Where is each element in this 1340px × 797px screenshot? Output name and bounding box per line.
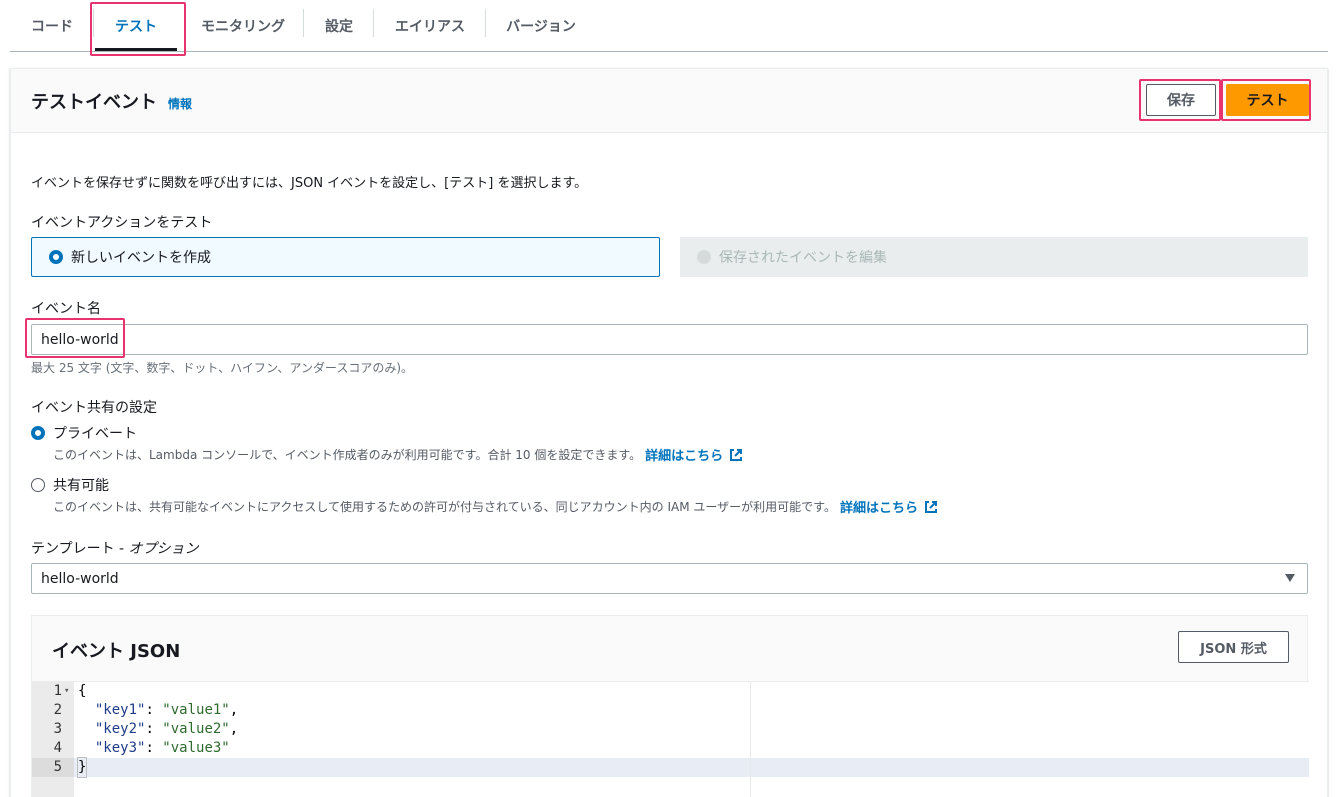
json-value: "value3" — [162, 740, 230, 756]
radio-disabled-icon — [697, 250, 711, 264]
template-label: テンプレート - オプション — [31, 538, 199, 558]
line-number: 2 — [53, 702, 62, 718]
sharing-settings-label: イベント共有の設定 — [31, 400, 157, 416]
learn-more-link[interactable]: 詳細はこちら — [840, 497, 938, 516]
radio-selected-icon — [31, 426, 45, 440]
create-new-event-option[interactable]: 新しいイベントを作成 — [31, 237, 660, 277]
code-text: "key1": "value1", — [94, 702, 239, 718]
template-select[interactable]: hello-world — [31, 563, 1308, 594]
json-value: "value1" — [162, 702, 230, 718]
panel-title: テストイベント — [31, 92, 157, 113]
code-text: "key2": "value2", — [94, 721, 239, 737]
private-desc-text: このイベントは、Lambda コンソールで、イベント作成者のみが利用可能です。合… — [53, 448, 642, 462]
tab-versions[interactable]: バージョン — [486, 0, 596, 52]
private-option-label: プライベート — [53, 426, 137, 442]
learn-more-link[interactable]: 詳細はこちら — [645, 445, 743, 464]
shareable-option-label: 共有可能 — [53, 478, 109, 494]
tab-configuration[interactable]: 設定 — [304, 0, 374, 52]
create-new-event-label: 新しいイベントを作成 — [71, 250, 211, 266]
panel-header: テストイベント 情報 保存 テスト — [11, 69, 1327, 133]
panel-description: イベントを保存せずに関数を呼び出すには、JSON イベントを設定し、[テスト] … — [31, 176, 588, 191]
json-key: "key3" — [94, 740, 146, 756]
private-option-description: このイベントは、Lambda コンソールで、イベント作成者のみが利用可能です。合… — [53, 445, 743, 464]
line-number: 1 — [53, 683, 62, 699]
code-line: 4 "key3": "value3" — [32, 739, 1309, 758]
tab-monitoring[interactable]: モニタリング — [182, 0, 304, 52]
event-name-label: イベント名 — [31, 301, 101, 317]
event-json-title: イベント JSON — [52, 641, 181, 662]
radio-unselected-icon — [31, 478, 45, 492]
json-comma: , — [229, 721, 239, 737]
tab-label: エイリアス — [395, 19, 465, 35]
caret-down-icon — [1285, 574, 1295, 582]
event-name-input[interactable]: hello-world — [31, 324, 1308, 355]
private-option[interactable]: プライベート — [31, 423, 137, 443]
code-text: "key3": "value3" — [94, 740, 230, 756]
event-name-hint: 最大 25 文字 (文字、数字、ドット、ハイフン、アンダースコアのみ)。 — [31, 361, 414, 375]
tab-aliases[interactable]: エイリアス — [374, 0, 486, 52]
external-link-icon — [730, 448, 743, 461]
shareable-option[interactable]: 共有可能 — [31, 475, 109, 495]
tab-test[interactable]: テスト — [95, 0, 177, 52]
code-line: 3 "key2": "value2", — [32, 720, 1309, 739]
test-button[interactable]: テスト — [1226, 84, 1309, 116]
learn-more-label: 詳細はこちら — [839, 501, 918, 516]
line-number: 5 — [53, 759, 62, 775]
json-code-editor[interactable]: 1 ▾ { 2 "key1": "value1", 3 "key2": "val… — [32, 681, 1309, 797]
template-label-text: テンプレート - — [31, 541, 129, 557]
shareable-option-description: このイベントは、共有可能なイベントにアクセスして使用するための許可が付与されてい… — [53, 497, 938, 516]
learn-more-label: 詳細はこちら — [645, 449, 724, 464]
code-line: 2 "key1": "value1", — [32, 701, 1309, 720]
event-json-container: イベント JSON JSON 形式 1 ▾ { 2 "key1": "value… — [31, 615, 1309, 797]
tab-label: バージョン — [506, 19, 576, 35]
line-number: 3 — [53, 721, 62, 737]
json-comma: , — [229, 702, 239, 718]
code-line: 5 } — [32, 757, 1309, 778]
tab-label: テスト — [115, 19, 157, 35]
code-text: { — [78, 683, 87, 699]
code-text: } — [76, 757, 88, 778]
external-link-icon — [925, 500, 937, 513]
event-action-label: イベントアクションをテスト — [31, 215, 213, 231]
tab-label: コード — [31, 19, 73, 35]
tab-bar: コード テスト モニタリング 設定 エイリアス バージョン — [10, 0, 1328, 52]
radio-selected-icon — [49, 250, 63, 264]
template-select-value: hello-world — [41, 570, 119, 587]
shareable-desc-text: このイベントは、共有可能なイベントにアクセスして使用するための許可が付与されてい… — [53, 500, 836, 514]
event-name-value: hello-world — [41, 331, 119, 348]
tab-label: 設定 — [325, 19, 353, 35]
tab-label: モニタリング — [201, 19, 285, 35]
line-number: 4 — [53, 740, 62, 756]
template-label-optional: オプション — [128, 541, 199, 557]
save-button[interactable]: 保存 — [1146, 84, 1216, 116]
info-link[interactable]: 情報 — [168, 95, 192, 112]
json-format-button[interactable]: JSON 形式 — [1178, 631, 1289, 663]
json-key: "key2" — [94, 721, 146, 737]
json-key: "key1" — [94, 702, 146, 718]
edit-saved-event-label: 保存されたイベントを編集 — [719, 250, 887, 266]
tab-code[interactable]: コード — [10, 0, 94, 52]
json-value: "value2" — [162, 721, 230, 737]
edit-saved-event-option: 保存されたイベントを編集 — [680, 237, 1308, 277]
code-line: 1 ▾ { — [32, 682, 1309, 701]
fold-arrow-icon[interactable]: ▾ — [64, 682, 69, 701]
